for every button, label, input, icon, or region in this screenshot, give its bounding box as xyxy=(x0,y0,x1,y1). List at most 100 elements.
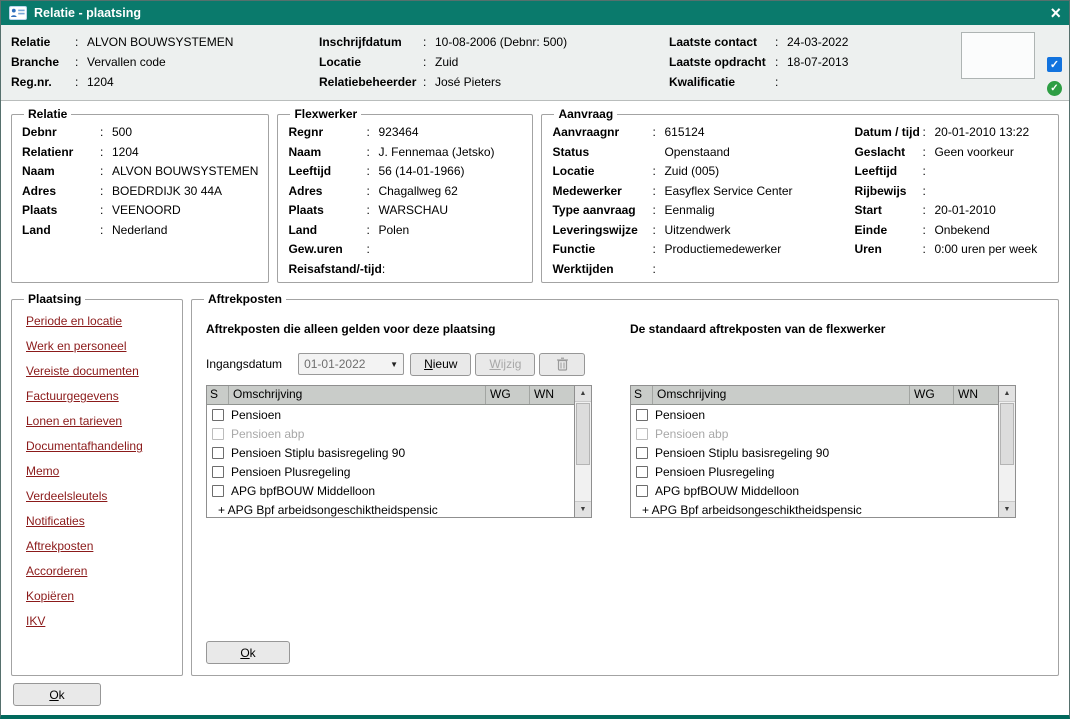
scrollbar-thumb[interactable] xyxy=(576,403,590,465)
field-label: Plaats xyxy=(288,201,366,221)
field-value: Eenmalig xyxy=(664,201,714,221)
field-label: Start xyxy=(854,201,922,221)
header-value: 18-07-2013 xyxy=(787,52,848,72)
header-value: ALVON BOUWSYSTEMEN xyxy=(87,32,233,52)
table-row[interactable]: Pensioen xyxy=(207,405,574,424)
header-label: Inschrijfdatum xyxy=(319,32,423,52)
field-value: Uitzendwerk xyxy=(664,221,730,241)
standaard-aftrekposten-pane: De standaard aftrekposten van de flexwer… xyxy=(630,310,1016,518)
table-row[interactable]: APG bpfBOUW Middelloon xyxy=(207,481,574,500)
field-value: Productiemedewerker xyxy=(664,240,781,260)
header-label: Relatiebeheerder xyxy=(319,72,423,92)
field-value: 20-01-2010 xyxy=(934,201,995,221)
field-label: Uren xyxy=(854,240,922,260)
table-row[interactable]: Pensioen Stiplu basisregeling 90 xyxy=(207,443,574,462)
sidebar-item-vereiste-documenten[interactable]: Vereiste documenten xyxy=(26,364,172,378)
sidebar-item-ikv[interactable]: IKV xyxy=(26,614,172,628)
table-row[interactable]: Pensioen xyxy=(631,405,998,424)
standaard-aftrekposten-table: S Omschrijving WG WN Pensioen Pensioen a… xyxy=(630,385,1016,518)
table-row[interactable]: + APG Bpf arbeidsongeschiktheidspensic xyxy=(631,500,998,517)
sidebar-item-periode-en-locatie[interactable]: Periode en locatie xyxy=(26,314,172,328)
header-label: Locatie xyxy=(319,52,423,72)
blue-checkbox-icon[interactable]: ✓ xyxy=(1047,57,1062,72)
field-label: Regnr xyxy=(288,123,366,143)
row-checkbox[interactable] xyxy=(636,485,648,497)
field-label: Plaats xyxy=(22,201,100,221)
field-label: Datum / tijd xyxy=(854,123,922,143)
scroll-down-icon[interactable]: ▼ xyxy=(999,501,1015,517)
sidebar-item-memo[interactable]: Memo xyxy=(26,464,172,478)
field-value: ALVON BOUWSYSTEMEN xyxy=(112,162,258,182)
header-value: 1204 xyxy=(87,72,114,92)
field-label: Adres xyxy=(288,182,366,202)
field-value: 56 (14-01-1966) xyxy=(378,162,464,182)
field-label: Leeftijd xyxy=(288,162,366,182)
field-label: Status xyxy=(552,143,652,163)
field-value: Onbekend xyxy=(934,221,989,241)
field-value: WARSCHAU xyxy=(378,201,448,221)
sidebar-item-documentafhandeling[interactable]: Documentafhandeling xyxy=(26,439,172,453)
field-label: Land xyxy=(22,221,100,241)
scroll-down-icon[interactable]: ▼ xyxy=(575,501,591,517)
green-check-icon[interactable]: ✓ xyxy=(1047,81,1062,96)
header-value: 24-03-2022 xyxy=(787,32,848,52)
row-checkbox[interactable] xyxy=(212,409,224,421)
aftrekposten-group: Aftrekposten Aftrekposten die alleen gel… xyxy=(191,292,1059,676)
sidebar-item-notificaties[interactable]: Notificaties xyxy=(26,514,172,528)
row-checkbox[interactable] xyxy=(636,466,648,478)
row-checkbox xyxy=(636,428,648,440)
ingangsdatum-value: 01-01-2022 xyxy=(304,357,365,371)
scroll-up-icon[interactable]: ▲ xyxy=(999,386,1015,402)
row-checkbox[interactable] xyxy=(636,447,648,459)
field-label: Functie xyxy=(552,240,652,260)
aanvraag-right-column: Datum / tijd:20-01-2010 13:22 Geslacht:G… xyxy=(854,123,1048,279)
field-value: Geen voorkeur xyxy=(934,143,1013,163)
field-value: 1204 xyxy=(112,143,139,163)
sidebar-item-lonen-en-tarieven[interactable]: Lonen en tarieven xyxy=(26,414,172,428)
header-value: José Pieters xyxy=(435,72,501,92)
ingangsdatum-dropdown[interactable]: 01-01-2022 ▼ xyxy=(298,353,404,375)
table-row[interactable]: Pensioen Stiplu basisregeling 90 xyxy=(631,443,998,462)
row-checkbox[interactable] xyxy=(212,447,224,459)
scrollbar-thumb[interactable] xyxy=(1000,403,1014,465)
sidebar-item-accorderen[interactable]: Accorderen xyxy=(26,564,172,578)
scroll-up-icon[interactable]: ▲ xyxy=(575,386,591,402)
field-label: Type aanvraag xyxy=(552,201,652,221)
header-label: Laatste contact xyxy=(669,32,775,52)
close-icon[interactable]: × xyxy=(1050,3,1061,23)
ingangsdatum-label: Ingangsdatum xyxy=(206,357,282,371)
column-header-omschrijving: Omschrijving xyxy=(229,386,486,404)
scrollbar[interactable]: ▲ ▼ xyxy=(574,386,591,517)
scrollbar[interactable]: ▲ ▼ xyxy=(998,386,1015,517)
field-label: Gew.uren xyxy=(288,240,366,260)
column-header-wg: WG xyxy=(910,386,954,404)
trash-icon xyxy=(556,357,569,371)
field-label: Rijbewijs xyxy=(854,182,922,202)
sidebar-item-verdeelsleutels[interactable]: Verdeelsleutels xyxy=(26,489,172,503)
sidebar-item-werk-en-personeel[interactable]: Werk en personeel xyxy=(26,339,172,353)
table-row[interactable]: + APG Bpf arbeidsongeschiktheidspensic xyxy=(207,500,574,517)
row-checkbox[interactable] xyxy=(636,409,648,421)
row-checkbox[interactable] xyxy=(212,466,224,478)
sidebar-item-factuurgegevens[interactable]: Factuurgegevens xyxy=(26,389,172,403)
row-checkbox[interactable] xyxy=(212,485,224,497)
row-checkbox xyxy=(212,428,224,440)
plaatsing-group-legend: Plaatsing xyxy=(24,292,85,306)
field-label: Leeftijd xyxy=(854,162,922,182)
nieuw-button[interactable]: Nieuw xyxy=(410,353,471,376)
header-col-laatste: Laatste contact:24-03-2022 Laatste opdra… xyxy=(669,32,929,100)
table-row[interactable]: Pensioen Plusregeling xyxy=(631,462,998,481)
column-header-wn: WN xyxy=(954,386,998,404)
table-row[interactable]: APG bpfBOUW Middelloon xyxy=(631,481,998,500)
relatie-group: Relatie Debnr:500 Relatienr:1204 Naam:AL… xyxy=(11,107,269,283)
delete-button xyxy=(539,353,585,376)
sidebar-item-kopieren[interactable]: Kopiëren xyxy=(26,589,172,603)
field-label: Einde xyxy=(854,221,922,241)
header-value: Zuid xyxy=(435,52,458,72)
header-info: Relatie:ALVON BOUWSYSTEMEN Branche:Verva… xyxy=(1,25,1069,101)
aftrekposten-ok-button[interactable]: Ok xyxy=(206,641,290,664)
photo-placeholder xyxy=(961,32,1035,79)
ok-button[interactable]: Ok xyxy=(13,683,101,706)
sidebar-item-aftrekposten[interactable]: Aftrekposten xyxy=(26,539,172,553)
table-row[interactable]: Pensioen Plusregeling xyxy=(207,462,574,481)
